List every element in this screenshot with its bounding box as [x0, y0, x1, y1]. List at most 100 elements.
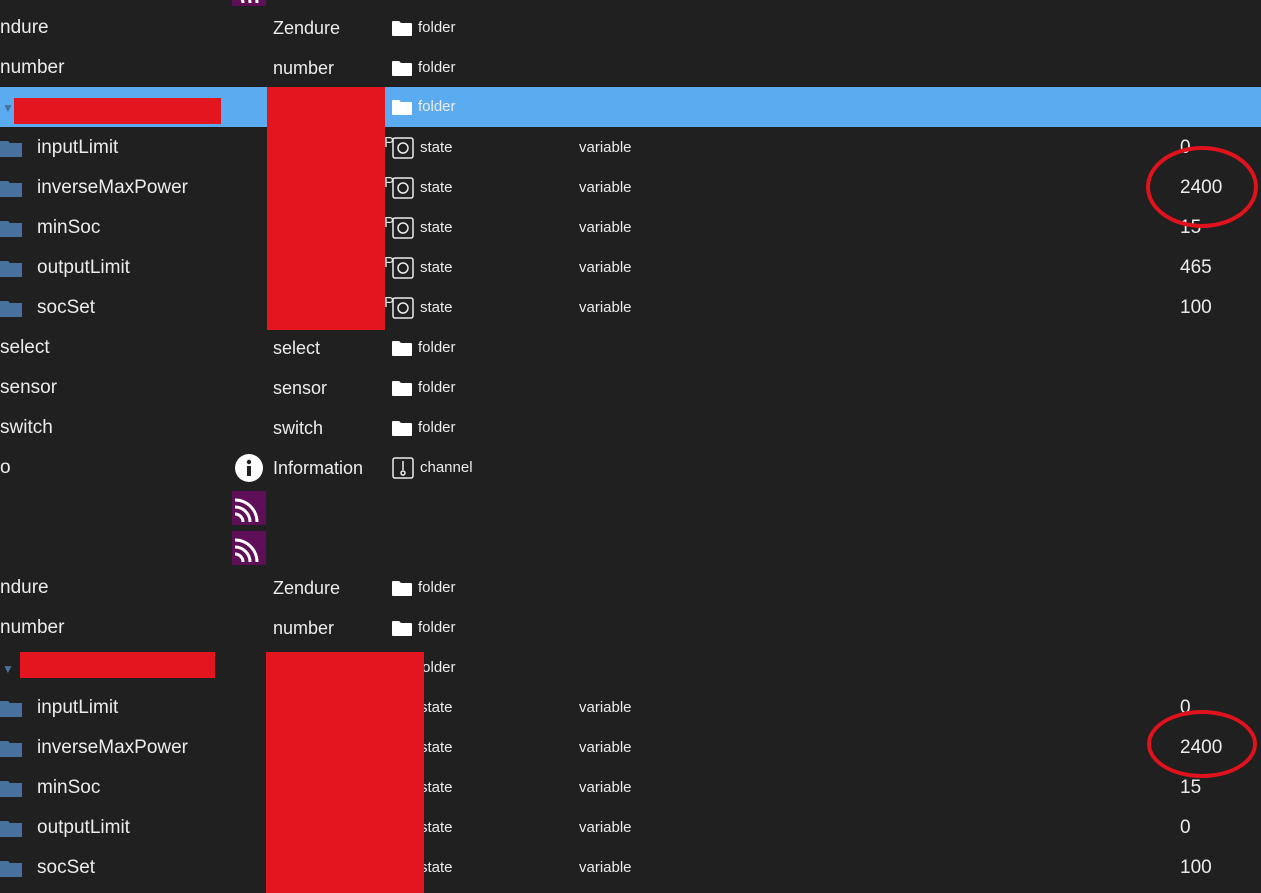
redaction-block [267, 87, 385, 330]
object-label: Zendure [273, 18, 341, 38]
tree-row-zendure[interactable]: ndure Zendure folder [0, 8, 1261, 48]
state-icon [392, 177, 414, 199]
object-name: inverseMaxPower [37, 737, 188, 758]
object-type: state [392, 248, 453, 288]
object-name: inverseMaxPower [37, 177, 188, 198]
object-role: variable [579, 779, 632, 796]
object-label: select [273, 338, 321, 358]
object-label: sensor [273, 378, 328, 398]
object-type: state [392, 128, 453, 168]
object-name: minSoc [37, 217, 101, 238]
tree-row-inversemaxpower[interactable]: inverseMaxPower P state variable 2400 [0, 168, 1261, 208]
folder-icon [0, 301, 22, 317]
redaction-block [14, 98, 221, 124]
folder-icon [392, 421, 412, 436]
tree-row-number[interactable]: number number folder [0, 608, 1261, 648]
folder-icon [0, 181, 22, 197]
folder-icon [0, 821, 22, 837]
tree-row-outputlimit[interactable]: outputLimit P state variable 465 [0, 248, 1261, 288]
adapter-logo-icon [232, 491, 266, 525]
object-role: variable [579, 819, 632, 836]
object-type: folder [392, 368, 456, 408]
object-label: switch [273, 418, 324, 438]
object-name: minSoc [37, 777, 101, 798]
object-name: select [0, 337, 50, 358]
object-value[interactable]: 465 [1180, 248, 1212, 288]
object-type: folder [392, 328, 456, 368]
object-role: variable [579, 299, 632, 316]
folder-icon [392, 100, 412, 115]
object-name: switch [0, 417, 53, 438]
adapter-logo-icon [232, 0, 266, 6]
tree-row-info[interactable]: o Information channel [0, 448, 1261, 488]
tree-row-inputlimit[interactable]: inputLimit P state variable 0 [0, 128, 1261, 168]
state-icon [392, 217, 414, 239]
tree-row-inversemaxpower[interactable]: inverseMaxPower state variable 2400 [0, 728, 1261, 768]
folder-icon [0, 781, 22, 797]
object-type: channel [392, 448, 473, 488]
object-role: variable [579, 179, 632, 196]
channel-icon [392, 457, 414, 479]
redaction-block [266, 652, 424, 893]
object-label: number [273, 58, 335, 78]
object-name: number [0, 57, 65, 78]
adapter-logo-icon [232, 531, 266, 565]
object-type: folder [392, 408, 456, 448]
tree-row-socset[interactable]: socSet state variable 100 [0, 848, 1261, 888]
object-name: socSet [37, 297, 96, 318]
folder-icon [392, 581, 412, 596]
object-role: variable [579, 219, 632, 236]
folder-icon [392, 61, 412, 76]
tree-row-sensor[interactable]: sensor sensor folder [0, 368, 1261, 408]
object-name: number [0, 617, 65, 638]
object-label: Zendure [273, 578, 341, 598]
tree-row-outputlimit[interactable]: outputLimit state variable 0 [0, 808, 1261, 848]
object-name: ndure [0, 577, 49, 598]
object-name: o [0, 457, 11, 478]
object-name: outputLimit [37, 817, 130, 838]
info-icon [235, 454, 263, 482]
object-value[interactable]: 0 [1180, 808, 1191, 848]
annotation-circle [1147, 710, 1257, 778]
object-type: folder [392, 568, 456, 608]
object-type: folder [392, 48, 456, 88]
tree-row-minsoc[interactable]: minSoc P state variable 15 [0, 208, 1261, 248]
object-role: variable [579, 259, 632, 276]
object-role: variable [579, 139, 632, 156]
state-icon [392, 137, 414, 159]
object-name: socSet [37, 857, 96, 878]
state-icon [392, 297, 414, 319]
tree-row-number[interactable]: number number folder [0, 48, 1261, 88]
object-name: ndure [0, 17, 49, 38]
object-name: inputLimit [37, 697, 119, 718]
annotation-circle [1146, 146, 1258, 228]
tree-row-switch[interactable]: switch switch folder [0, 408, 1261, 448]
folder-icon [0, 261, 22, 277]
object-value[interactable]: 100 [1180, 288, 1212, 328]
tree-row-inputlimit[interactable]: inputLimit state variable 0 [0, 688, 1261, 728]
expand-arrow-icon[interactable]: ▼ [2, 662, 14, 676]
object-label: Information [273, 458, 364, 478]
object-type: folder [392, 8, 456, 48]
redaction-block [20, 652, 215, 678]
object-type: folder [392, 87, 456, 127]
tree-row-socset[interactable]: socSet P state variable 100 [0, 288, 1261, 328]
folder-icon [0, 141, 22, 157]
object-role: variable [579, 859, 632, 876]
object-type: state [392, 208, 453, 248]
object-type: folder [392, 608, 456, 648]
folder-icon [392, 21, 412, 36]
folder-icon [392, 381, 412, 396]
folder-icon [0, 221, 22, 237]
tree-row-zendure[interactable]: ndure Zendure folder [0, 568, 1261, 608]
state-icon [392, 257, 414, 279]
object-label: number [273, 618, 335, 638]
object-name: outputLimit [37, 257, 130, 278]
tree-row-minsoc[interactable]: minSoc state variable 15 [0, 768, 1261, 808]
object-value[interactable]: 100 [1180, 848, 1212, 888]
object-name: sensor [0, 377, 58, 398]
folder-icon [0, 861, 22, 877]
folder-icon [392, 341, 412, 356]
tree-row-select[interactable]: select select folder [0, 328, 1261, 368]
expand-arrow-icon[interactable]: ▼ [2, 101, 14, 115]
